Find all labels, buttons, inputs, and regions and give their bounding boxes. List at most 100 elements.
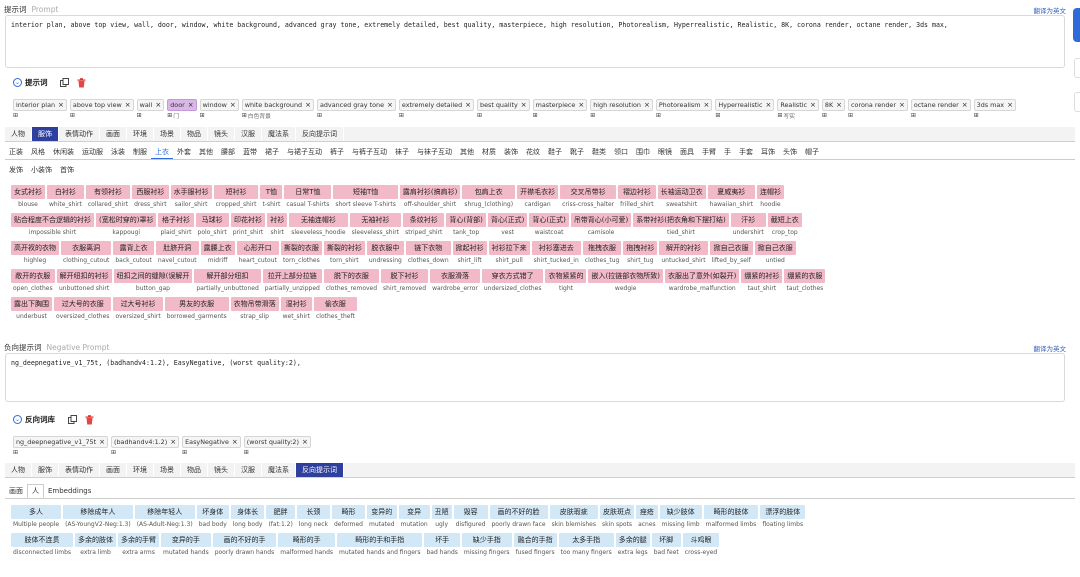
tag-button[interactable]: 痤疮 acnes bbox=[636, 505, 658, 530]
tab-10[interactable]: 反向提示词 bbox=[296, 127, 344, 141]
token-chip-label[interactable]: masterpiece × bbox=[532, 99, 588, 111]
neg-subtab-2[interactable]: Embeddings bbox=[44, 484, 95, 498]
tab-7[interactable]: 镜头 bbox=[208, 127, 235, 141]
tag-button[interactable]: 脱下衬衫 shirt_removed bbox=[381, 269, 429, 294]
tag-button[interactable]: 衬衫 shirt bbox=[267, 213, 288, 238]
tab-9[interactable]: 魔法系 bbox=[262, 127, 296, 141]
tag-button[interactable]: 皮肤斑点 skin spots bbox=[600, 505, 635, 530]
tag-button[interactable]: 掀起衬衫 shirt_lift bbox=[452, 241, 487, 266]
chevron-circle-icon[interactable]: ⌄ bbox=[13, 78, 22, 87]
tag-button[interactable]: 日常T恤 casual T-shirts bbox=[284, 185, 332, 210]
tag-button[interactable]: 缺少手指 missing fingers bbox=[461, 533, 512, 558]
tag-button[interactable]: 格子衬衫 plaid_shirt bbox=[158, 213, 194, 238]
subtab-4[interactable]: 泳装 bbox=[107, 145, 129, 159]
tag-button[interactable]: 肚脐开洞 navel_cutout bbox=[155, 241, 199, 266]
tag-button[interactable]: 肥胖 (fat:1.2) bbox=[266, 505, 295, 530]
tab-6[interactable]: 物品 bbox=[181, 127, 208, 141]
tag-button[interactable]: (宽松时穿的)罩衫 kappougi bbox=[96, 213, 157, 238]
tag-button[interactable]: 撕裂的衬衫 torn_shirt bbox=[323, 241, 365, 266]
tag-button[interactable]: 心形开口 heart_cutout bbox=[236, 241, 279, 266]
subtab-23[interactable]: 鞋类 bbox=[588, 145, 610, 159]
tag-button[interactable]: 坏手 bad hands bbox=[424, 533, 460, 558]
neg-tab-10[interactable]: 反向提示词 bbox=[296, 463, 344, 477]
subtab-26[interactable]: 眼镜 bbox=[654, 145, 676, 159]
subtab2-2[interactable]: 首饰 bbox=[56, 162, 78, 177]
tag-button[interactable]: 多人 Multiple people bbox=[11, 505, 62, 530]
subtab-3[interactable]: 运动服 bbox=[78, 145, 107, 159]
subtab-28[interactable]: 手臂 bbox=[698, 145, 720, 159]
tab-5[interactable]: 场景 bbox=[154, 127, 181, 141]
close-icon[interactable]: × bbox=[578, 101, 584, 109]
neg-tab-3[interactable]: 画面 bbox=[100, 463, 127, 477]
tag-button[interactable]: 高开衩的衣物 highleg bbox=[11, 241, 59, 266]
tag-button[interactable]: 多余的肢体 extra limb bbox=[75, 533, 117, 558]
tag-button[interactable]: 白衬衫 white_shirt bbox=[47, 185, 84, 210]
tag-button[interactable]: 变异的手 mutated hands bbox=[161, 533, 211, 558]
close-icon[interactable]: × bbox=[232, 438, 238, 446]
token-chip-label[interactable]: Hyperrealistic × bbox=[715, 99, 775, 111]
token-chip-label[interactable]: advanced gray tone × bbox=[316, 99, 396, 111]
tag-button[interactable]: 系带衬衫(把衣角和下摆打结) tied_shirt bbox=[633, 213, 729, 238]
tab-3[interactable]: 画面 bbox=[100, 127, 127, 141]
tag-button[interactable]: 长袖运动卫衣 sweatshirt bbox=[657, 185, 706, 210]
tag-button[interactable]: 男友的衣服 borrowed_garments bbox=[164, 297, 229, 322]
grid-icon[interactable]: ⊞ bbox=[182, 449, 187, 456]
negative-textarea[interactable]: ng_deepnegative_v1_75t, (badhandv4:1.2),… bbox=[5, 353, 1065, 402]
grid-icon[interactable]: ⊞ bbox=[848, 112, 853, 119]
token-chip-label[interactable]: high resolution × bbox=[590, 99, 653, 111]
tag-button[interactable]: 拖拽衬衫 shirt_tug bbox=[623, 241, 658, 266]
tag-button[interactable]: 畸形 deformed bbox=[331, 505, 365, 530]
grid-icon[interactable]: ⊞ bbox=[13, 449, 18, 456]
tag-button[interactable]: 脱衣服中 undressing bbox=[366, 241, 404, 266]
tag-button[interactable]: 画的不好的手 poorly drawn hands bbox=[212, 533, 277, 558]
tag-button[interactable]: 背心(正式) waistcoat bbox=[529, 213, 569, 238]
tag-button[interactable]: 露出下胸围 underbust bbox=[11, 297, 52, 322]
token-chip-label[interactable]: (worst quality:2) × bbox=[243, 436, 311, 448]
tag-button[interactable]: 开襟毛衣衫 cardigan bbox=[517, 185, 559, 210]
tag-button[interactable]: 露肩衬衫(搞肩衫) off-shoulder_shirt bbox=[399, 185, 461, 210]
token-chip-label[interactable]: octane render × bbox=[910, 99, 971, 111]
tag-button[interactable]: 斗鸡眼 cross-eyed bbox=[682, 533, 720, 558]
neg-tab-4[interactable]: 环境 bbox=[127, 463, 154, 477]
prompt-textarea[interactable]: interior plan, above top view, wall, doo… bbox=[5, 15, 1065, 68]
close-icon[interactable]: × bbox=[230, 101, 236, 109]
grid-icon[interactable]: ⊞ bbox=[477, 112, 482, 119]
grid-icon[interactable]: ⊞ bbox=[167, 112, 172, 119]
copy-icon[interactable] bbox=[67, 415, 77, 425]
tag-button[interactable]: 漂浮的肢体 floating limbs bbox=[760, 505, 806, 530]
grid-icon[interactable]: ⊞ bbox=[111, 449, 116, 456]
close-icon[interactable]: × bbox=[962, 101, 968, 109]
tag-button[interactable]: 衣服出了意外(如裂开) wardrobe_malfunction bbox=[664, 269, 740, 294]
subtab-7[interactable]: 外套 bbox=[173, 145, 195, 159]
tag-button[interactable]: 夏威夷衫 hawaiian_shirt bbox=[707, 185, 755, 210]
token-chip-label[interactable]: above top view × bbox=[69, 99, 134, 111]
subtab-17[interactable]: 其他 bbox=[456, 145, 478, 159]
tag-button[interactable]: 衣服离洞 clothing_cutout bbox=[61, 241, 112, 266]
tag-button[interactable]: 畸形的手和手指 mutated hands and fingers bbox=[337, 533, 423, 558]
neg-tab-1[interactable]: 服饰 bbox=[32, 463, 59, 477]
subtab-27[interactable]: 面具 bbox=[676, 145, 698, 159]
tag-button[interactable]: 拉开上部分拉链 partially_unzipped bbox=[262, 269, 322, 294]
token-chip-label[interactable]: ng_deepnegative_v1_75t × bbox=[13, 436, 108, 448]
tag-button[interactable]: 交叉吊带衫 criss-cross_halter bbox=[560, 185, 617, 210]
tag-button[interactable]: 无袖连帽衫 sleeveless_hoodie bbox=[289, 213, 348, 238]
tag-button[interactable]: 贴合程度不合逻辑的衬衫 impossible shirt bbox=[11, 213, 94, 238]
tag-button[interactable]: 女式衬衫 blouse bbox=[11, 185, 45, 210]
tag-button[interactable]: 毁容 disfigured bbox=[453, 505, 488, 530]
tag-button[interactable]: 短袖T恤 short sleeve T-shirts bbox=[333, 185, 398, 210]
subtab-18[interactable]: 材质 bbox=[478, 145, 500, 159]
subtab-30[interactable]: 手套 bbox=[735, 145, 757, 159]
subtab-20[interactable]: 花纹 bbox=[522, 145, 544, 159]
tag-button[interactable]: 缺少肢体 missing limb bbox=[659, 505, 702, 530]
subtab-24[interactable]: 领口 bbox=[610, 145, 632, 159]
tag-button[interactable]: 解开部分纽扣 partially_unbuttoned bbox=[194, 269, 261, 294]
tag-button[interactable]: T恤 t-shirt bbox=[260, 185, 283, 210]
close-icon[interactable]: × bbox=[644, 101, 650, 109]
chevron-circle-icon[interactable]: ⌄ bbox=[13, 415, 22, 424]
subtab-1[interactable]: 风格 bbox=[27, 145, 49, 159]
tag-button[interactable]: 敞开的衣服 open_clothes bbox=[11, 269, 55, 294]
token-chip-label[interactable]: 3ds max × bbox=[973, 99, 1016, 111]
subtab-12[interactable]: 与裙子互动 bbox=[283, 145, 326, 159]
grid-icon[interactable]: ⊞ bbox=[590, 112, 595, 119]
subtab-5[interactable]: 制服 bbox=[129, 145, 151, 159]
